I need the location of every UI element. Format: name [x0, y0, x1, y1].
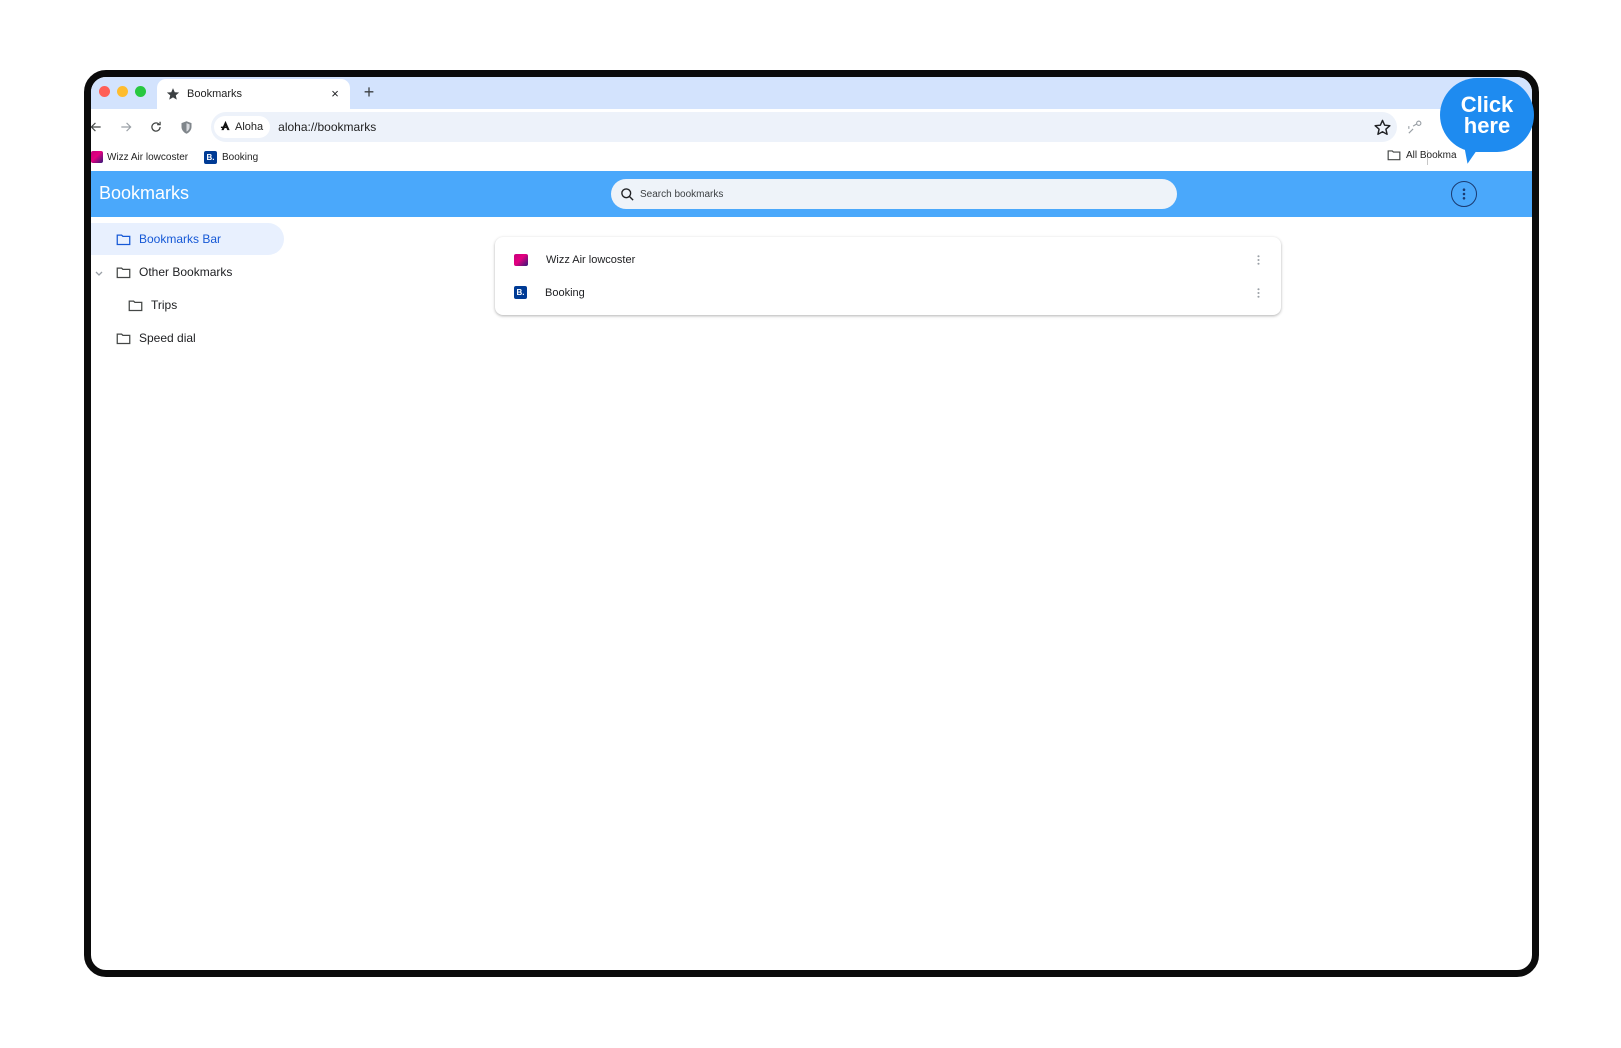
booking-favicon: B. [204, 150, 217, 164]
arrow-right-icon [121, 122, 132, 132]
close-tab-icon[interactable]: × [328, 87, 342, 101]
more-vert-icon [1256, 287, 1260, 298]
sidebar-item-label: Other Bookmarks [139, 265, 233, 279]
page-title: Bookmarks [99, 183, 190, 203]
sidebar-item-bookmarks-bar[interactable]: Bookmarks Bar [91, 223, 284, 255]
all-bookmarks-button[interactable]: All Bookma [1387, 149, 1457, 161]
wizz-air-favicon [91, 151, 103, 163]
star-outline-icon [1373, 119, 1391, 135]
callout-line-2: here [1463, 113, 1511, 138]
shield-icon [181, 120, 191, 134]
search-bookmarks-box[interactable] [611, 179, 1177, 209]
aloha-logo-icon [220, 120, 231, 134]
device-frame: Bookmarks × + Aloha aloha://bookmarks Wi… [84, 70, 1539, 977]
more-vert-icon [1462, 188, 1466, 200]
folder-icon [116, 332, 131, 345]
list-item[interactable]: B. Booking [495, 276, 1281, 309]
sidebar-item-label: Bookmarks Bar [139, 232, 222, 246]
bookmarks-bar: Wizz Air lowcoster B. Booking All Bookma [91, 145, 1532, 171]
bookmark-title: Booking [545, 286, 585, 299]
folder-icon [116, 266, 131, 279]
maximize-window-button[interactable] [135, 86, 146, 97]
reload-icon [151, 121, 161, 132]
arrow-left-icon [91, 122, 101, 132]
browser-window: Bookmarks × + Aloha aloha://bookmarks Wi… [91, 77, 1532, 970]
wizz-air-favicon [514, 253, 528, 266]
bookmark-star-button[interactable] [1372, 117, 1392, 137]
new-tab-button[interactable]: + [359, 82, 379, 102]
bookmarks-bar-item-label: Booking [222, 151, 259, 163]
folder-icon [1387, 150, 1401, 161]
close-window-button[interactable] [99, 86, 110, 97]
back-button[interactable] [91, 118, 105, 136]
minimize-window-button[interactable] [117, 86, 128, 97]
search-icon [621, 187, 634, 201]
sidebar-item-speed-dial[interactable]: Speed dial [91, 322, 284, 354]
forward-button[interactable] [117, 118, 135, 136]
share-icon [1407, 120, 1421, 134]
bookmarks-header: Bookmarks [91, 171, 1532, 217]
shield-button[interactable] [177, 118, 195, 136]
bookmarks-list: Wizz Air lowcoster B. Booking [495, 237, 1281, 315]
star-icon [165, 86, 181, 102]
site-chip-label: Aloha [235, 121, 264, 133]
search-input[interactable] [640, 188, 1140, 200]
callout-line-1: Click [1460, 92, 1514, 117]
all-bookmarks-label: All Bookma [1406, 149, 1457, 161]
bookmark-title: Wizz Air lowcoster [546, 253, 636, 266]
bookmarks-bar-item-wizz[interactable]: Wizz Air lowcoster [91, 149, 188, 165]
folder-icon [116, 233, 131, 246]
sidebar-item-other-bookmarks[interactable]: Other Bookmarks [91, 256, 284, 288]
more-actions-button[interactable] [1250, 285, 1266, 301]
address-bar[interactable]: Aloha aloha://bookmarks [211, 112, 1397, 142]
site-chip[interactable]: Aloha [214, 116, 271, 138]
bookmarks-bar-item-label: Wizz Air lowcoster [107, 151, 189, 163]
tab-bookmarks[interactable]: Bookmarks × [157, 79, 350, 109]
sidebar-item-label: Speed dial [139, 331, 196, 345]
booking-favicon: B. [514, 286, 527, 299]
reload-button[interactable] [147, 118, 165, 136]
organize-menu-button[interactable] [1451, 181, 1477, 207]
folder-icon [128, 299, 143, 312]
more-vert-icon [1256, 254, 1260, 265]
sidebar-item-trips[interactable]: Trips [91, 289, 284, 321]
sidebar-item-label: Trips [151, 298, 178, 312]
tab-strip: Bookmarks × + [91, 77, 1532, 109]
list-item[interactable]: Wizz Air lowcoster [495, 243, 1281, 276]
toolbar: Aloha aloha://bookmarks M [91, 109, 1532, 145]
tab-title: Bookmarks [187, 88, 243, 100]
window-controls [99, 86, 146, 97]
more-actions-button[interactable] [1250, 252, 1266, 268]
bookmarks-bar-item-booking[interactable]: B. Booking [204, 149, 258, 165]
url-text[interactable]: aloha://bookmarks [278, 120, 376, 134]
click-here-callout: Click here [1440, 78, 1534, 152]
extensions-button[interactable] [1405, 118, 1423, 136]
